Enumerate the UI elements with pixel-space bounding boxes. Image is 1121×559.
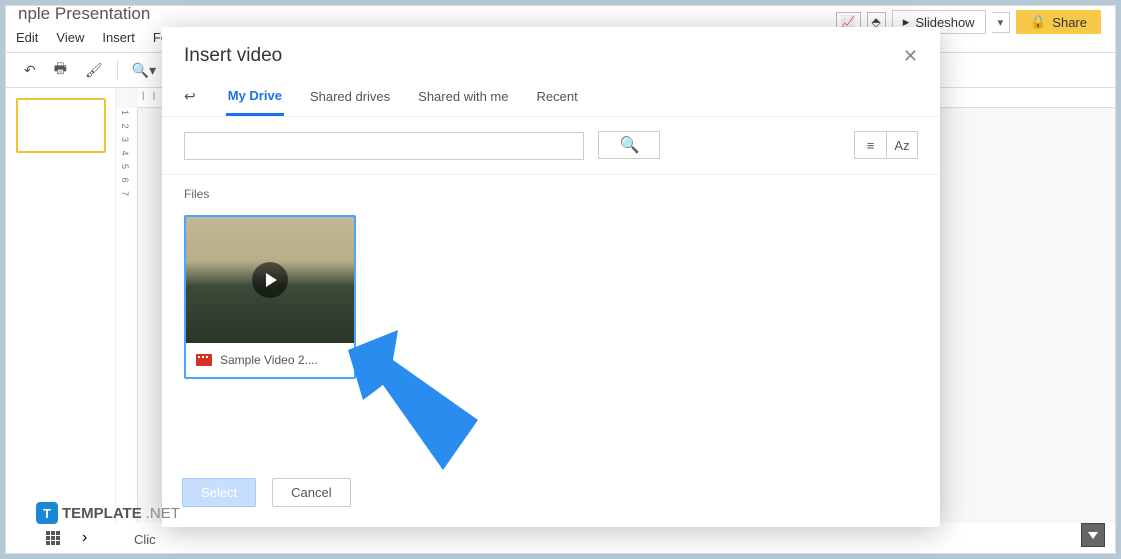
menu-view[interactable]: View bbox=[56, 30, 84, 45]
slide-thumbnails-panel bbox=[6, 88, 116, 523]
menu-edit[interactable]: Edit bbox=[16, 30, 38, 45]
files-section-label: Files bbox=[184, 187, 918, 201]
share-button[interactable]: 🔒 Share bbox=[1016, 10, 1101, 34]
slideshow-dropdown[interactable]: ▾ bbox=[992, 12, 1011, 33]
file-name-text: Sample Video 2.... bbox=[220, 353, 318, 367]
view-toggle: ≡ Aᴢ bbox=[854, 131, 918, 160]
list-view-icon[interactable]: ≡ bbox=[854, 131, 886, 159]
search-wrap: 🔍 bbox=[184, 131, 660, 160]
undo-icon[interactable]: ↶ bbox=[20, 60, 40, 81]
tab-my-drive[interactable]: My Drive bbox=[226, 78, 284, 116]
chevron-right-icon[interactable]: › bbox=[82, 529, 87, 547]
vertical-ruler: 1 2 3 4 5 6 7 bbox=[116, 108, 138, 523]
grid-icon[interactable] bbox=[46, 531, 64, 545]
lock-icon: 🔒 bbox=[1030, 14, 1046, 30]
template-net-watermark: T TEMPLATE.NET bbox=[36, 502, 180, 524]
slide-thumbnail-1[interactable] bbox=[16, 98, 106, 153]
search-input[interactable] bbox=[184, 132, 584, 160]
menu-insert[interactable]: Insert bbox=[102, 30, 135, 45]
back-arrow-icon[interactable]: ↩ bbox=[184, 88, 196, 105]
share-label: Share bbox=[1052, 15, 1087, 30]
play-icon bbox=[252, 262, 288, 298]
separator bbox=[117, 60, 118, 80]
file-name-row: Sample Video 2.... bbox=[186, 343, 354, 377]
bottom-click-text: Clic bbox=[134, 532, 156, 547]
file-card-sample-video[interactable]: Sample Video 2.... bbox=[184, 215, 356, 379]
magnifier-icon: 🔍 bbox=[619, 135, 639, 155]
dialog-content: Files Sample Video 2.... bbox=[162, 175, 940, 469]
cancel-button[interactable]: Cancel bbox=[272, 478, 350, 507]
explore-button[interactable] bbox=[1081, 523, 1105, 547]
tab-recent[interactable]: Recent bbox=[534, 79, 579, 114]
select-button[interactable]: Select bbox=[182, 478, 256, 507]
zoom-icon[interactable]: 🔍▾ bbox=[128, 60, 160, 81]
close-icon[interactable]: ✕ bbox=[903, 46, 918, 67]
dialog-title: Insert video bbox=[184, 45, 282, 67]
insert-video-dialog: Insert video ✕ ↩ My Drive Shared drives … bbox=[162, 27, 940, 527]
dialog-header: Insert video ✕ bbox=[162, 27, 940, 77]
watermark-brand: TEMPLATE bbox=[62, 505, 142, 522]
tab-shared-with-me[interactable]: Shared with me bbox=[416, 79, 510, 114]
t-badge-icon: T bbox=[36, 502, 58, 524]
print-icon[interactable]: 🖶 bbox=[50, 56, 71, 84]
video-file-icon bbox=[196, 354, 212, 366]
sort-az-icon[interactable]: Aᴢ bbox=[886, 131, 918, 159]
watermark-suffix: .NET bbox=[146, 505, 180, 522]
dialog-toolbar: 🔍 ≡ Aᴢ bbox=[162, 117, 940, 175]
menu-bar: Edit View Insert Fo bbox=[16, 30, 168, 45]
presentation-title: nple Presentation bbox=[18, 4, 150, 24]
tab-shared-drives[interactable]: Shared drives bbox=[308, 79, 392, 114]
bottom-left-controls: › bbox=[46, 529, 87, 547]
search-button[interactable]: 🔍 bbox=[598, 131, 660, 159]
paint-format-icon[interactable]: 🖌 bbox=[81, 60, 107, 81]
file-thumbnail bbox=[186, 217, 354, 343]
dialog-footer: Select Cancel bbox=[162, 468, 940, 527]
dialog-tabs: ↩ My Drive Shared drives Shared with me … bbox=[162, 77, 940, 117]
